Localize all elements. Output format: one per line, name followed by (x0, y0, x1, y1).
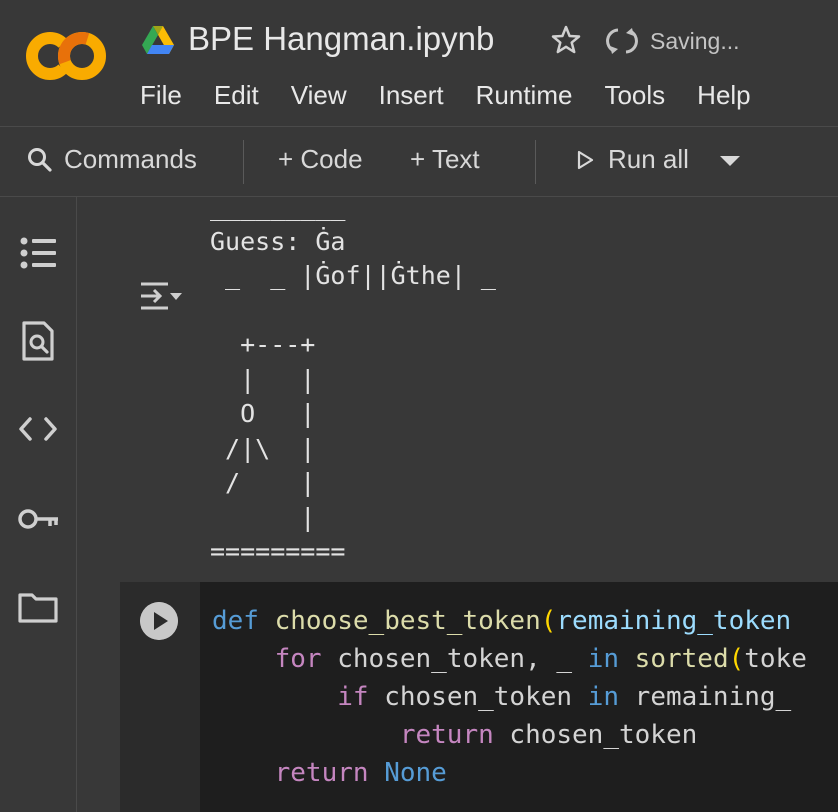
menu-view[interactable]: View (291, 80, 347, 111)
menu-insert[interactable]: Insert (379, 80, 444, 111)
code-token: remaining_token (556, 606, 792, 636)
code-token: chosen_token (493, 720, 698, 750)
notebook-title[interactable]: BPE Hangman.ipynb (188, 20, 494, 58)
play-icon (577, 150, 594, 169)
code-cell[interactable]: def choose_best_token(remaining_token fo… (120, 582, 838, 812)
files-folder-icon[interactable] (16, 587, 60, 627)
google-drive-icon[interactable] (142, 26, 174, 54)
output-actions-icon[interactable] (138, 278, 186, 318)
menu-edit[interactable]: Edit (214, 80, 259, 111)
code-token: return (274, 758, 369, 788)
menu-bar: File Edit View Insert Runtime Tools Help (140, 80, 783, 111)
code-token: in (587, 682, 620, 712)
chevron-down-icon[interactable] (718, 154, 742, 168)
menu-tools[interactable]: Tools (604, 80, 665, 111)
code-token: for (274, 644, 322, 674)
code-token: sorted (634, 644, 729, 674)
code-token: if (337, 682, 369, 712)
table-of-contents-icon[interactable] (16, 233, 60, 273)
code-token: return (399, 720, 494, 750)
code-line: def choose_best_token(remaining_token (212, 602, 807, 640)
code-token: chosen_token (368, 682, 588, 712)
code-token: None (384, 758, 447, 788)
code-editor[interactable]: def choose_best_token(remaining_token fo… (200, 582, 838, 812)
code-text[interactable]: def choose_best_token(remaining_token fo… (212, 602, 807, 792)
toolbar: Commands + Code + Text Run all (0, 126, 838, 196)
code-token: ( (540, 606, 557, 636)
code-line: return None (212, 754, 807, 792)
code-line: return chosen_token (212, 716, 807, 754)
add-text-button[interactable]: + Text (410, 144, 480, 175)
run-all-button[interactable]: Run all (574, 144, 689, 175)
code-token: in (587, 644, 620, 674)
code-token: ( (728, 644, 745, 674)
search-icon (28, 147, 52, 172)
code-token: remaining_ (619, 682, 792, 712)
save-status: Saving... (650, 28, 740, 54)
menu-file[interactable]: File (140, 80, 182, 111)
commands-button[interactable]: Commands (26, 144, 197, 175)
colab-logo[interactable] (24, 28, 108, 84)
left-sidebar (0, 197, 77, 812)
code-snippets-icon[interactable] (16, 409, 60, 449)
sync-saving-icon (606, 28, 638, 54)
top-bar: BPE Hangman.ipynb Saving... File Edit Vi… (0, 0, 838, 126)
menu-help[interactable]: Help (697, 80, 750, 111)
add-code-button[interactable]: + Code (278, 144, 363, 175)
code-token: def (212, 606, 259, 636)
run-all-label: Run all (608, 144, 689, 174)
code-line: for chosen_token, _ in sorted(toke (212, 640, 807, 678)
menu-runtime[interactable]: Runtime (476, 80, 573, 111)
code-token: choose_best_token (274, 606, 541, 636)
cell-gutter (120, 582, 200, 812)
secrets-key-icon[interactable] (16, 499, 60, 539)
star-icon[interactable] (550, 24, 582, 56)
run-cell-icon[interactable] (140, 602, 178, 640)
code-line: if chosen_token in remaining_ (212, 678, 807, 716)
code-token: toke (744, 644, 807, 674)
cell-output: _________ Guess: Ġa _ _ |Ġof||Ġthe| _ +-… (210, 192, 496, 566)
toolbar-separator (243, 140, 244, 184)
code-token: chosen_token, _ (321, 644, 588, 674)
find-icon[interactable] (16, 321, 60, 361)
toolbar-separator (535, 140, 536, 184)
commands-label: Commands (64, 144, 197, 174)
